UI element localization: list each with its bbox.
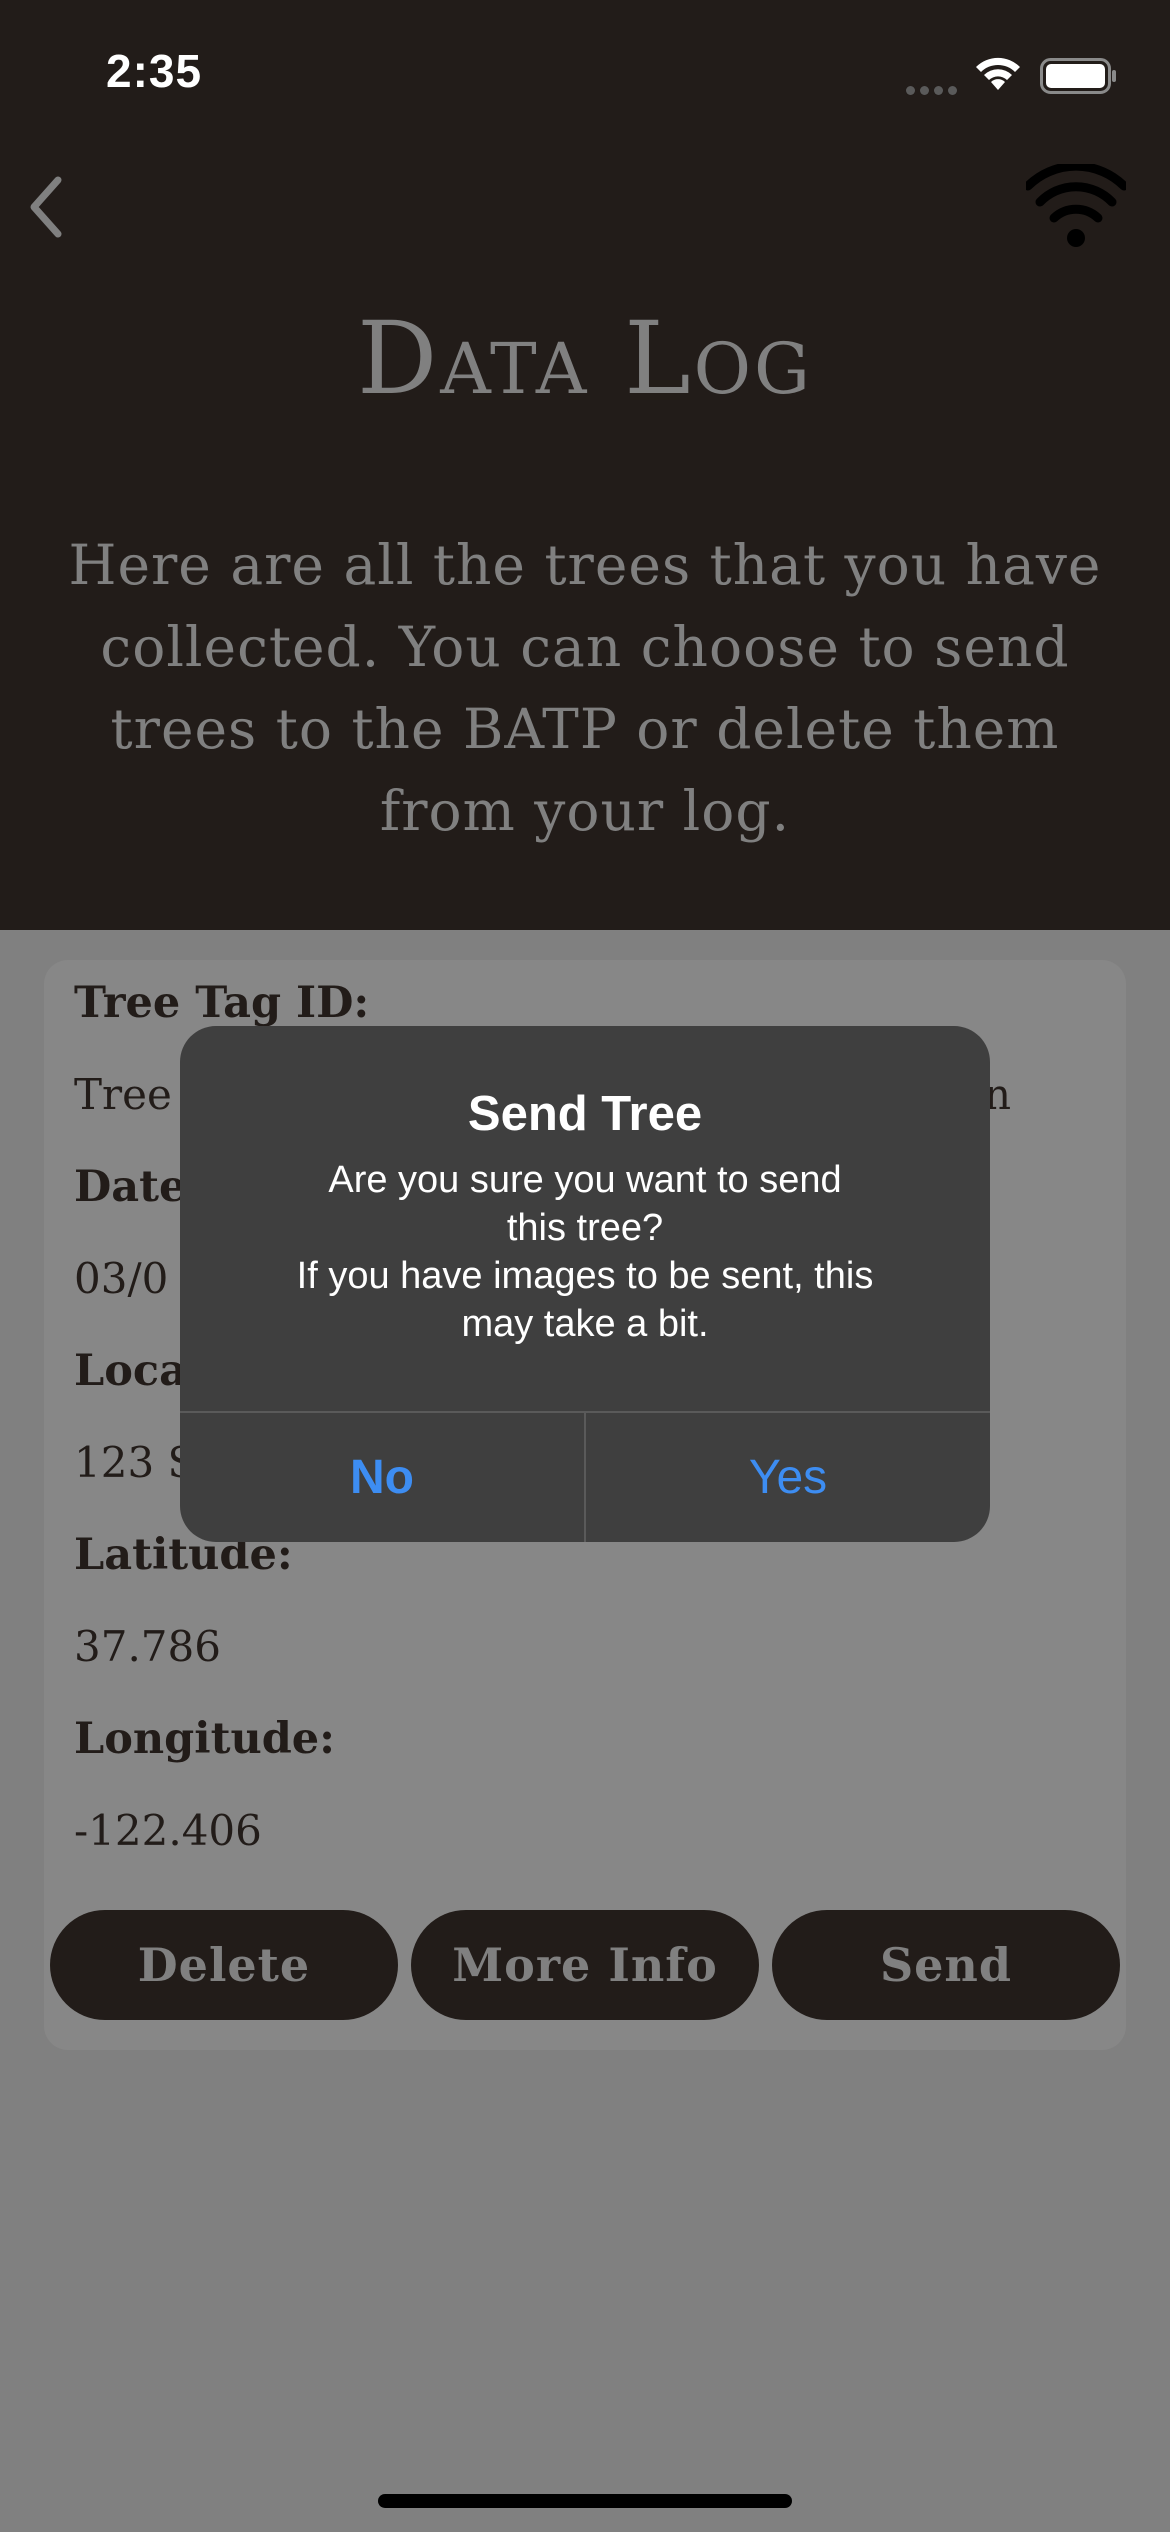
wifi-icon[interactable]	[1026, 164, 1126, 248]
status-time: 2:35	[106, 45, 203, 97]
location-value: 123 S	[74, 1438, 197, 1487]
alert-title: Send Tree	[467, 1087, 703, 1141]
battery-icon	[1040, 58, 1116, 94]
location-label: Loca	[74, 1346, 187, 1396]
delete-button[interactable]: Delete	[50, 1910, 398, 2020]
send-button[interactable]: Send	[772, 1910, 1120, 2020]
date-label: Date	[74, 1162, 187, 1212]
longitude-value: -122.406	[74, 1806, 262, 1855]
send-tree-alert: Send Tree Are you sure you want to send …	[180, 1026, 990, 1542]
back-chevron-icon[interactable]	[22, 172, 72, 242]
alert-yes-button[interactable]: Yes	[586, 1413, 990, 1542]
date-value: 03/0	[74, 1254, 169, 1303]
status-bar: 2:35	[0, 0, 1170, 150]
tree-tag-label: Tree Tag ID:	[74, 978, 370, 1028]
more-info-button[interactable]: More Info	[411, 1910, 759, 2020]
tree-tag-value: Tree	[74, 1070, 172, 1119]
header: 2:35 Data Log Here are all the trees tha…	[0, 0, 1170, 930]
page-title: Data Log	[357, 300, 813, 417]
longitude-label: Longitude:	[74, 1714, 336, 1764]
alert-no-button[interactable]: No	[180, 1413, 584, 1542]
page-description: Here are all the trees that you have col…	[68, 533, 1102, 843]
status-wifi-icon	[976, 57, 1020, 90]
home-indicator[interactable]	[378, 2494, 792, 2508]
alert-message: Are you sure you want to send this tree?…	[296, 1159, 874, 1345]
latitude-value: 37.786	[74, 1622, 221, 1671]
cellular-signal-icon	[906, 80, 962, 99]
